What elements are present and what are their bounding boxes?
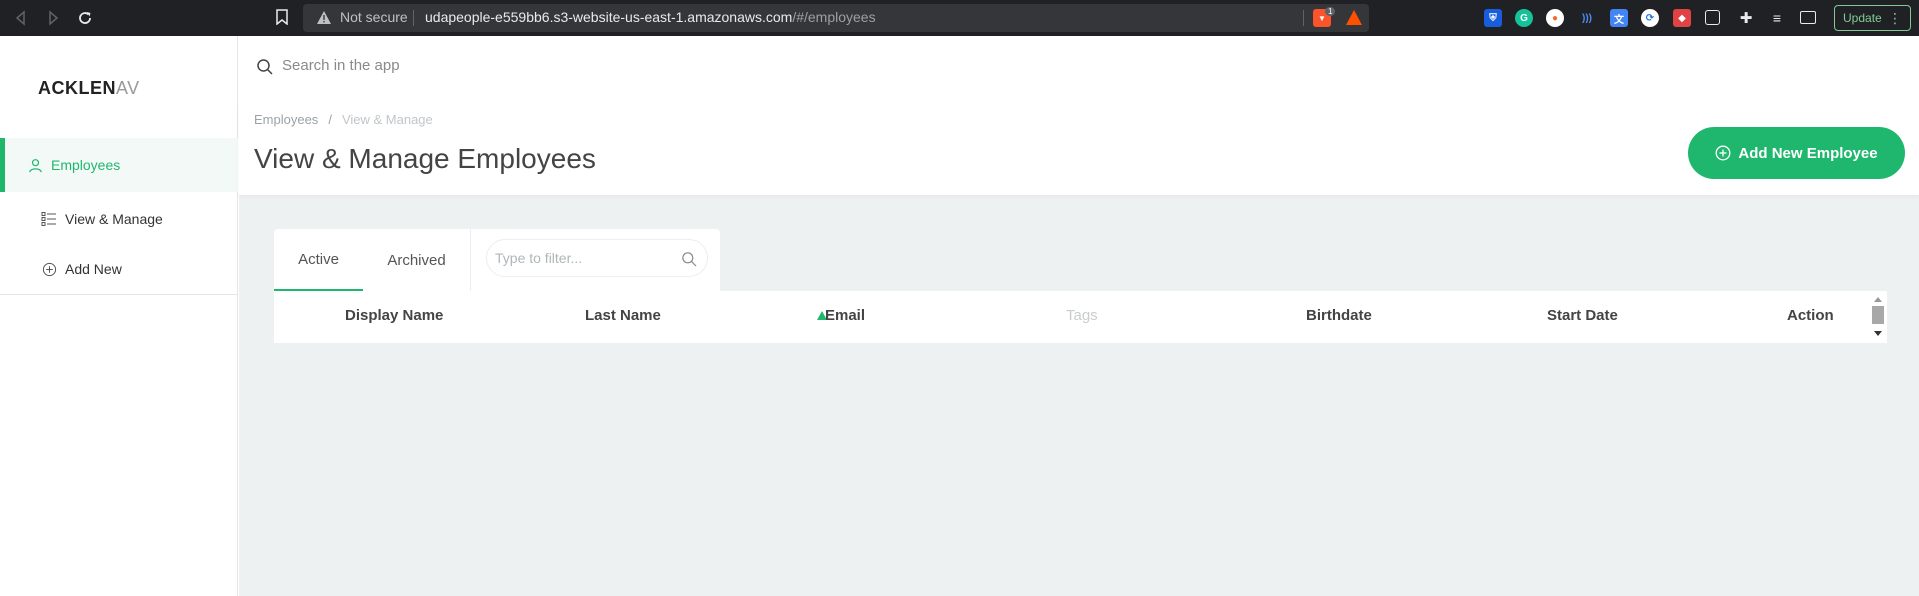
address-divider	[413, 10, 414, 26]
employees-table-header: Display Name Last Name Email Tags Birthd…	[274, 291, 1887, 343]
list-icon	[41, 211, 57, 227]
filter-placeholder: Type to filter...	[495, 250, 583, 266]
url-host: udapeople-e559bb6.s3-website-us-east-1.a…	[425, 9, 793, 25]
url-text[interactable]: udapeople-e559bb6.s3-website-us-east-1.a…	[425, 9, 876, 25]
tab-divider	[470, 229, 471, 291]
tab-label: Active	[298, 250, 339, 268]
sidebar-item-label: Add New	[65, 261, 122, 277]
breadcrumb-employees[interactable]: Employees	[254, 112, 318, 127]
tabs-bar: Active Archived Type to filter...	[274, 229, 720, 291]
logo-main: ACKLEN	[38, 78, 116, 98]
translate-icon[interactable]: 文	[1610, 9, 1628, 27]
warning-icon	[317, 11, 331, 24]
tab-label: Archived	[387, 251, 446, 269]
column-display-name[interactable]: Display Name	[345, 307, 443, 324]
search-icon	[682, 252, 697, 267]
sync-icon[interactable]: ⟳	[1641, 9, 1659, 27]
column-birthdate[interactable]: Birthdate	[1306, 307, 1372, 324]
sidebar-item-employees[interactable]: Employees	[0, 138, 238, 192]
url-path: /#/employees	[792, 9, 876, 25]
filter-input[interactable]: Type to filter...	[486, 239, 708, 277]
sidebar-item-view-manage[interactable]: View & Manage	[0, 192, 238, 246]
plus-circle-icon	[41, 261, 57, 277]
search-icon	[257, 59, 273, 75]
reload-icon[interactable]	[75, 8, 95, 28]
table-scrollbar[interactable]	[1869, 291, 1887, 343]
page-title: View & Manage Employees	[254, 143, 596, 174]
read-aloud-icon[interactable]: )))	[1578, 9, 1596, 27]
breadcrumb-view-manage: View & Manage	[341, 112, 433, 127]
column-email[interactable]: Email	[825, 307, 865, 324]
update-button[interactable]: Update ⋮	[1834, 5, 1911, 31]
add-new-employee-button[interactable]: Add New Employee	[1688, 127, 1905, 179]
column-start-date[interactable]: Start Date	[1547, 307, 1618, 324]
honey-icon[interactable]: ●	[1546, 9, 1564, 27]
plus-circle-icon	[1715, 145, 1731, 161]
tab-archived[interactable]: Archived	[363, 229, 470, 291]
column-tags: Tags	[1066, 307, 1098, 324]
app-logo[interactable]: ACKLENAV	[38, 78, 140, 99]
menu-dots-icon: ⋮	[1888, 10, 1902, 26]
sidebar: ACKLENAV Employees View & Manage Add New	[0, 36, 238, 596]
bookmark-icon[interactable]	[276, 9, 288, 25]
user-icon	[27, 157, 43, 173]
main-content: Search in the app Employees / View & Manag…	[239, 36, 1919, 596]
screenshot-icon[interactable]	[1705, 10, 1720, 25]
security-label[interactable]: Not secure	[340, 9, 408, 25]
sidebar-divider	[0, 294, 238, 295]
logo-fade: AV	[116, 78, 140, 98]
scroll-up-icon[interactable]	[1874, 297, 1882, 302]
scroll-thumb[interactable]	[1872, 306, 1884, 324]
grammarly-icon[interactable]: G	[1515, 9, 1533, 27]
sidebar-item-label: Employees	[51, 157, 121, 173]
page-header: Employees / View & Manage View & Manage Em…	[239, 105, 1919, 195]
back-icon[interactable]	[11, 8, 31, 28]
sidebar-item-add-new[interactable]: Add New	[0, 242, 238, 296]
scroll-down-icon[interactable]	[1874, 331, 1882, 336]
shield-count: 1	[1325, 7, 1336, 16]
puzzle-icon[interactable]: ✚	[1737, 9, 1755, 27]
add-button-label: Add New Employee	[1738, 144, 1878, 162]
tab-active[interactable]: Active	[274, 229, 363, 291]
update-label: Update	[1843, 11, 1882, 25]
browser-toolbar: Not secure udapeople-e559bb6.s3-website-…	[0, 0, 1919, 36]
forward-icon[interactable]	[43, 8, 63, 28]
wallet-icon[interactable]	[1800, 11, 1816, 24]
reading-list-icon[interactable]: ≡	[1768, 9, 1786, 27]
column-action: Action	[1787, 307, 1834, 324]
search-input[interactable]: Search in the app	[282, 57, 400, 74]
bitwarden-icon[interactable]: ⛨	[1484, 9, 1502, 27]
address-bar[interactable]: Not secure udapeople-e559bb6.s3-website-…	[303, 4, 1369, 32]
breadcrumb-separator: /	[328, 112, 332, 127]
app-search[interactable]: Search in the app	[239, 36, 1919, 105]
brave-rewards-icon[interactable]	[1346, 10, 1362, 25]
breadcrumb: Employees / View & Manage	[254, 112, 433, 127]
extension-red-icon[interactable]: ◆	[1673, 9, 1691, 27]
address-divider-2	[1303, 10, 1304, 26]
column-last-name[interactable]: Last Name	[585, 307, 661, 324]
sidebar-item-label: View & Manage	[65, 211, 163, 227]
